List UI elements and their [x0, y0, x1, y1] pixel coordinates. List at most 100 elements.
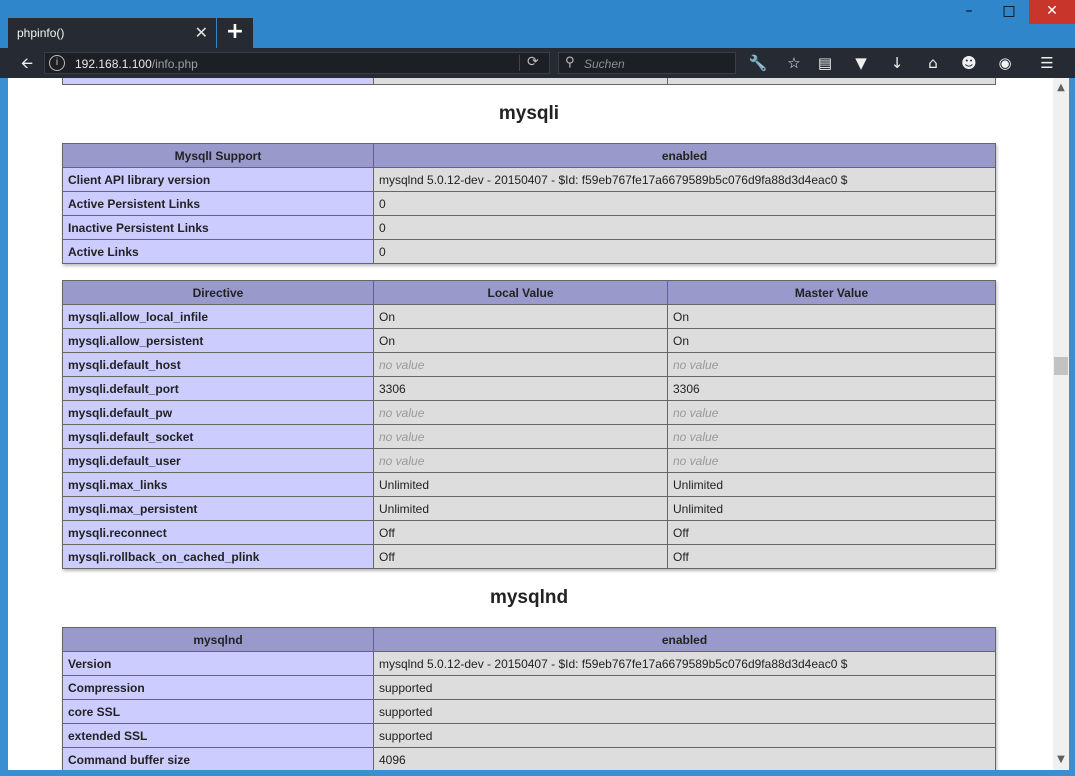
header-cell: Local Value: [374, 281, 668, 305]
title-bar: – □ ✕ phpinfo() ✕ +: [0, 0, 1075, 48]
home-icon[interactable]: ⌂: [921, 52, 945, 74]
directive-name: mysqli.max_links: [63, 473, 374, 497]
master-value: 3306: [668, 377, 996, 401]
hamburger-menu-icon[interactable]: ☰: [1035, 52, 1059, 74]
row-label: Version: [63, 652, 374, 676]
url-bar[interactable]: i 192.168.1.100/info.php ⟳: [44, 52, 550, 74]
table-row: Compressionsupported: [63, 676, 996, 700]
local-value: no value: [374, 425, 668, 449]
wrench-icon[interactable]: 🔧: [746, 52, 770, 74]
row-label: Client API library version: [63, 168, 374, 192]
info-icon[interactable]: i: [49, 55, 65, 71]
local-value: Off: [374, 545, 668, 569]
row-value: mysqlnd 5.0.12-dev - 20150407 - $Id: f59…: [374, 168, 996, 192]
row-label: extended SSL: [63, 724, 374, 748]
reading-list-icon[interactable]: ▤: [813, 52, 837, 74]
table-row: mysqli.default_userno valueno value: [63, 449, 996, 473]
back-arrow-icon[interactable]: 🡨: [16, 52, 38, 74]
row-value: 0: [374, 216, 996, 240]
url-separator: [519, 55, 520, 71]
search-icon: ⚲: [565, 55, 575, 70]
download-icon[interactable]: ↓: [885, 52, 909, 74]
table-row: mysqli.allow_local_infileOnOn: [63, 305, 996, 329]
new-tab-button[interactable]: +: [217, 18, 253, 48]
master-value: On: [668, 329, 996, 353]
section-title-mysqli: mysqli: [62, 103, 996, 125]
master-value: On: [668, 305, 996, 329]
master-value: no value: [668, 353, 996, 377]
maximize-icon[interactable]: □: [989, 0, 1029, 24]
local-value: no value: [374, 401, 668, 425]
url-host: 192.168.1.100: [75, 57, 152, 71]
header-cell: mysqlnd: [63, 628, 374, 652]
table-row: mysqli.rollback_on_cached_plinkOffOff: [63, 545, 996, 569]
local-value: Off: [374, 521, 668, 545]
url-path: /info.php: [152, 57, 198, 71]
table-row: core SSLsupported: [63, 700, 996, 724]
table-row: mysqli.allow_persistentOnOn: [63, 329, 996, 353]
local-value: On: [374, 329, 668, 353]
table-row: Versionmysqlnd 5.0.12-dev - 20150407 - $…: [63, 652, 996, 676]
reload-icon[interactable]: ⟳: [527, 54, 539, 70]
directive-name: mysqli.reconnect: [63, 521, 374, 545]
search-bar[interactable]: ⚲ Suchen: [558, 52, 736, 74]
bookmark-star-icon[interactable]: ☆: [782, 52, 806, 74]
mysqli-support-table: MysqlI Support enabled Client API librar…: [62, 143, 996, 264]
header-cell: MysqlI Support: [63, 144, 374, 168]
master-value: Unlimited: [668, 473, 996, 497]
window-controls: – □ ✕: [949, 0, 1075, 24]
url-text[interactable]: 192.168.1.100/info.php: [75, 57, 198, 71]
tab-title: phpinfo(): [17, 26, 64, 40]
scroll-down-arrow-icon[interactable]: ▼: [1053, 752, 1069, 768]
row-value: 4096: [374, 748, 996, 771]
row-label: core SSL: [63, 700, 374, 724]
directive-name: mysqli.default_host: [63, 353, 374, 377]
directive-name: mysqli.max_persistent: [63, 497, 374, 521]
header-cell: enabled: [374, 144, 996, 168]
search-input[interactable]: Suchen: [584, 57, 625, 71]
directive-name: mysqli.default_user: [63, 449, 374, 473]
header-cell: enabled: [374, 628, 996, 652]
table-row: mysqli.default_socketno valueno value: [63, 425, 996, 449]
scroll-up-arrow-icon[interactable]: ▲: [1053, 80, 1069, 96]
table-row: extended SSLsupported: [63, 724, 996, 748]
scrollbar-thumb[interactable]: [1054, 357, 1068, 375]
row-value: mysqlnd 5.0.12-dev - 20150407 - $Id: f59…: [374, 652, 996, 676]
table-header-row: MysqlI Support enabled: [63, 144, 996, 168]
globe-icon[interactable]: ◉: [993, 52, 1017, 74]
table-row: Active Persistent Links0: [63, 192, 996, 216]
section-title-mysqlnd: mysqlnd: [62, 587, 996, 609]
table-row: Client API library versionmysqlnd 5.0.12…: [63, 168, 996, 192]
local-value: On: [374, 305, 668, 329]
pocket-icon[interactable]: ▼: [849, 52, 873, 74]
previous-table-stub: [62, 78, 996, 85]
table-row: mysqli.reconnectOffOff: [63, 521, 996, 545]
row-value: supported: [374, 676, 996, 700]
local-value: 3306: [374, 377, 668, 401]
local-value: no value: [374, 353, 668, 377]
directive-name: mysqli.default_pw: [63, 401, 374, 425]
master-value: no value: [668, 425, 996, 449]
minimize-icon[interactable]: –: [949, 0, 989, 24]
directive-name: mysqli.allow_persistent: [63, 329, 374, 353]
local-value: Unlimited: [374, 497, 668, 521]
table-row: mysqli.max_persistentUnlimitedUnlimited: [63, 497, 996, 521]
master-value: no value: [668, 401, 996, 425]
table-row: mysqli.default_port33063306: [63, 377, 996, 401]
master-value: no value: [668, 449, 996, 473]
close-window-icon[interactable]: ✕: [1029, 0, 1075, 24]
row-label: Active Persistent Links: [63, 192, 374, 216]
row-value: supported: [374, 700, 996, 724]
directive-name: mysqli.default_socket: [63, 425, 374, 449]
directive-name: mysqli.rollback_on_cached_plink: [63, 545, 374, 569]
close-tab-icon[interactable]: ✕: [195, 23, 208, 42]
tab-phpinfo[interactable]: phpinfo() ✕: [8, 18, 216, 48]
master-value: Unlimited: [668, 497, 996, 521]
row-label: Compression: [63, 676, 374, 700]
table-header-row: mysqlnd enabled: [63, 628, 996, 652]
vertical-scrollbar[interactable]: ▲ ▼: [1053, 78, 1069, 770]
master-value: Off: [668, 545, 996, 569]
page-viewport: mysqli MysqlI Support enabled Client API…: [8, 78, 1053, 770]
local-value: Unlimited: [374, 473, 668, 497]
smiley-icon[interactable]: ☻: [957, 52, 981, 74]
